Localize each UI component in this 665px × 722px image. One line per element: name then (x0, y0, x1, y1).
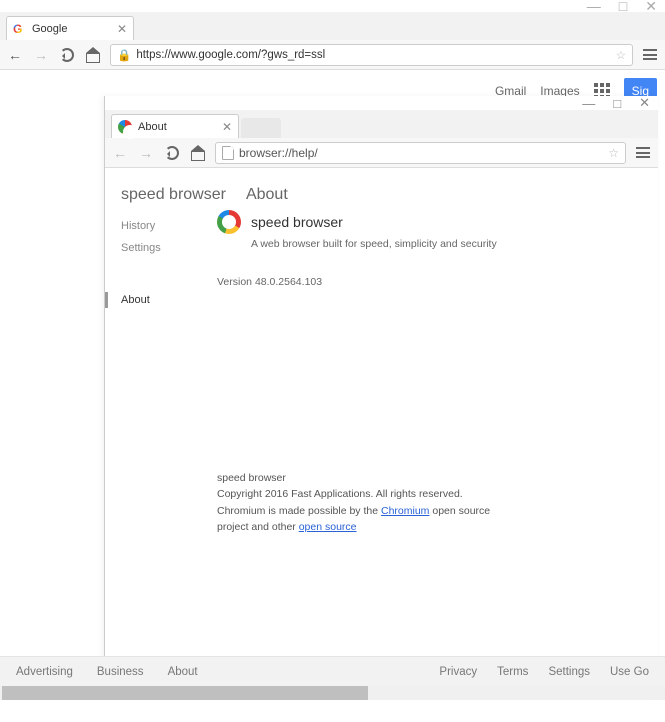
reload-button[interactable] (58, 48, 76, 62)
about-main: speed browser A web browser built for sp… (217, 210, 497, 288)
page-title: About (246, 186, 288, 204)
outer-tab-title: Google (32, 23, 67, 35)
menu-icon (636, 147, 650, 158)
about-address-bar[interactable]: browser://help/ ☆ (215, 142, 626, 164)
outer-toolbar: ← → 🔒 https://www.google.com/?gws_rd=ssl… (0, 40, 665, 70)
about-toolbar: ← → browser://help/ ☆ (105, 138, 658, 168)
outer-address-bar[interactable]: 🔒 https://www.google.com/?gws_rd=ssl ☆ (110, 44, 633, 66)
page-content: Gmail Images Sig — □ ✕ About ✕ ← → (0, 70, 665, 700)
outer-tab-google[interactable]: G Google ✕ (6, 16, 134, 40)
about-body: speed browser About History Settings Abo… (105, 168, 658, 698)
footer-privacy-link[interactable]: Privacy (439, 666, 477, 678)
chromium-link[interactable]: Chromium (381, 505, 429, 517)
menu-icon (643, 49, 657, 60)
menu-button[interactable] (641, 49, 659, 60)
app-name: speed browser (251, 214, 343, 230)
footer-terms-link[interactable]: Terms (497, 666, 528, 678)
about-tab[interactable]: About ✕ (111, 114, 239, 138)
footer-brand: speed browser (217, 470, 497, 486)
nav-about[interactable]: About (121, 294, 201, 306)
about-forward-button[interactable]: → (137, 145, 155, 161)
about-menu-button[interactable] (634, 147, 652, 158)
about-url-text: browser://help/ (239, 146, 318, 160)
app-logo-icon (217, 210, 241, 234)
reload-icon (60, 48, 74, 62)
about-home-button[interactable] (189, 147, 207, 159)
about-close-window-button[interactable]: ✕ (639, 95, 650, 111)
nav-settings[interactable]: Settings (121, 242, 201, 254)
about-back-button[interactable]: ← (111, 145, 129, 161)
back-button[interactable]: ← (6, 47, 24, 63)
about-reload-button[interactable] (163, 146, 181, 160)
about-window-controls: — □ ✕ (105, 96, 658, 110)
google-favicon-icon: G (13, 22, 27, 36)
home-icon (86, 49, 100, 61)
about-tab-title: About (138, 121, 167, 133)
about-window: — □ ✕ About ✕ ← → browser://help/ ☆ (104, 96, 658, 696)
about-side-nav: History Settings About (121, 220, 201, 306)
reload-icon (165, 146, 179, 160)
chromium-pre: Chromium is made possible by the (217, 505, 381, 517)
version-text: Version 48.0.2564.103 (217, 276, 497, 288)
lock-icon: 🔒 (117, 48, 131, 62)
outer-url-text: https://www.google.com/?gws_rd=ssl (136, 49, 325, 61)
chromium-credit: Chromium is made possible by the Chromiu… (217, 503, 497, 536)
footer-settings-link[interactable]: Settings (548, 666, 590, 678)
google-footer: Advertising Business About Privacy Terms… (0, 656, 665, 686)
home-icon (191, 147, 205, 159)
brand-label: speed browser (121, 186, 226, 204)
about-tab-strip: About ✕ (105, 110, 658, 138)
outer-tab-strip: G Google ✕ (0, 12, 665, 40)
app-subtitle: A web browser built for speed, simplicit… (251, 238, 497, 250)
page-scroll-thumb[interactable] (2, 686, 368, 700)
bookmark-star-icon[interactable]: ☆ (616, 48, 626, 62)
home-button[interactable] (84, 49, 102, 61)
about-maximize-button[interactable]: □ (613, 96, 621, 111)
close-tab-icon[interactable]: ✕ (117, 22, 127, 36)
copyright-text: Copyright 2016 Fast Applications. All ri… (217, 486, 497, 502)
opensource-link[interactable]: open source (299, 521, 357, 533)
outer-window-controls: — □ ✕ (0, 0, 665, 12)
forward-button[interactable]: → (32, 47, 50, 63)
footer-business-link[interactable]: Business (97, 666, 144, 678)
about-favicon-icon (118, 120, 132, 134)
footer-usegoogle-link[interactable]: Use Go (610, 666, 649, 678)
about-minimize-button[interactable]: — (582, 96, 595, 111)
footer-advertising-link[interactable]: Advertising (16, 666, 73, 678)
about-footer-block: speed browser Copyright 2016 Fast Applic… (217, 470, 497, 535)
page-horizontal-scrollbar[interactable] (0, 686, 665, 700)
footer-about-link[interactable]: About (168, 666, 198, 678)
nav-history[interactable]: History (121, 220, 201, 232)
about-close-tab-icon[interactable]: ✕ (222, 120, 232, 134)
new-tab-ghost[interactable] (241, 118, 281, 138)
about-bookmark-star-icon[interactable]: ☆ (608, 146, 619, 160)
page-icon (222, 146, 234, 160)
